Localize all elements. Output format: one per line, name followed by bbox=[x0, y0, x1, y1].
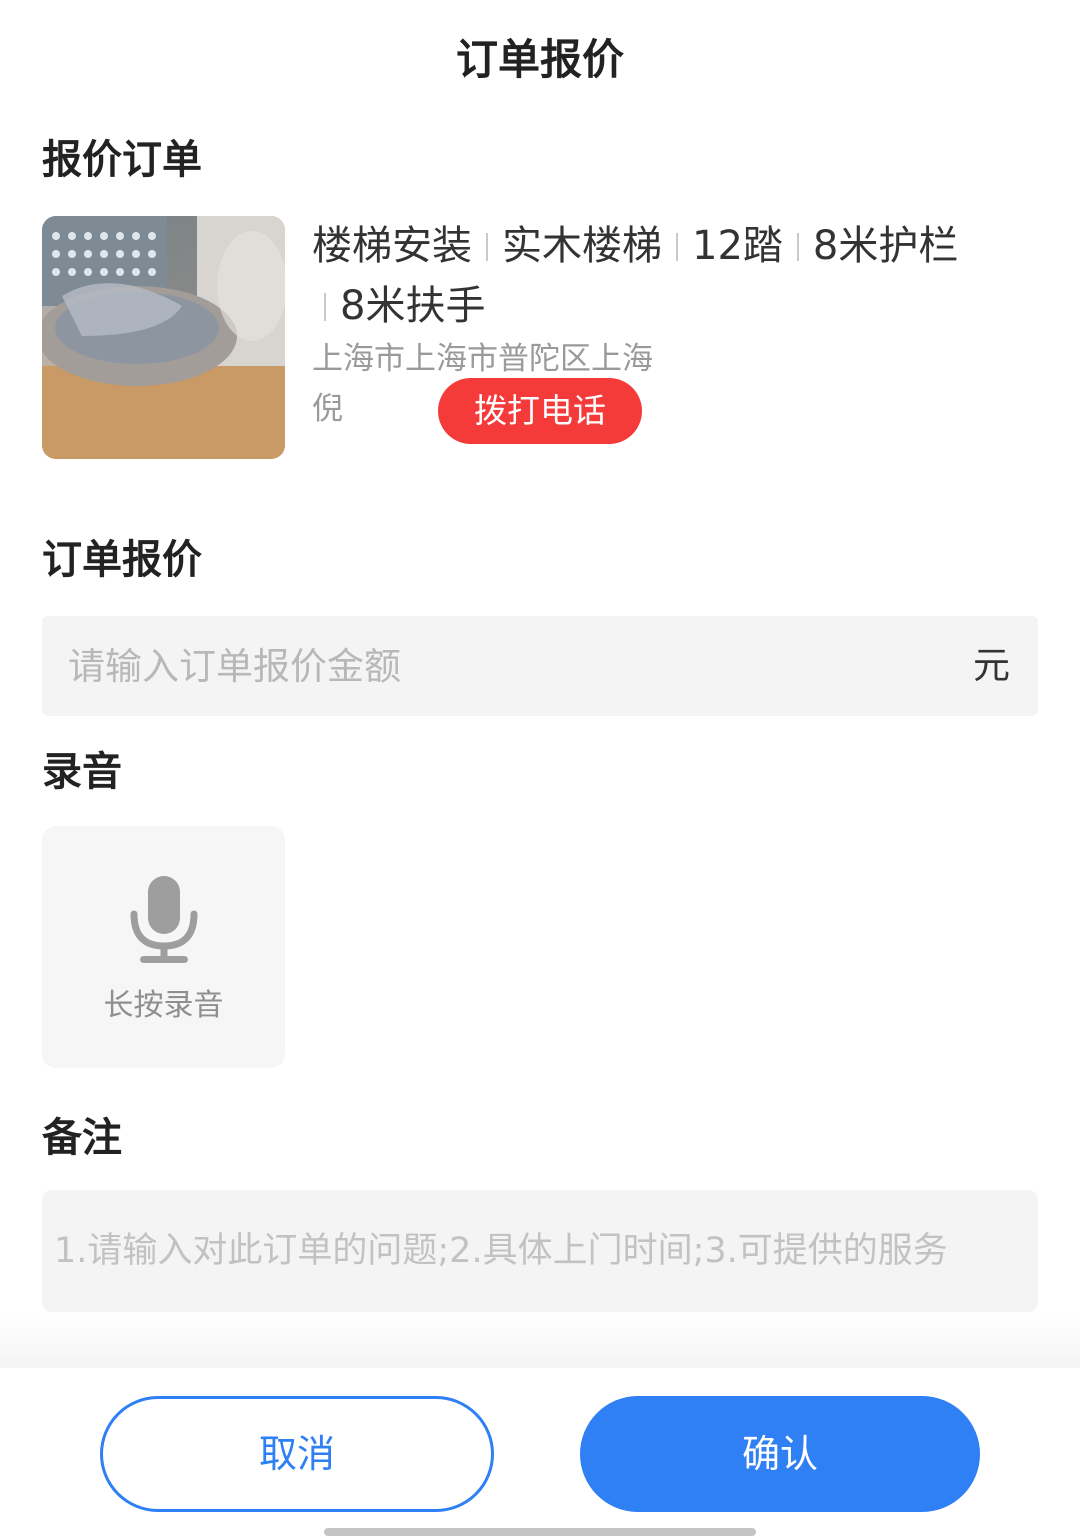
tag-separator bbox=[676, 233, 678, 261]
order-tag: 实木楼梯 bbox=[502, 223, 662, 269]
order-tags: 楼梯安装 实木楼梯 12踏 8米护栏 8米扶手 bbox=[312, 216, 1032, 336]
tag-separator bbox=[324, 293, 326, 321]
footer-bar: 取消 确认 bbox=[0, 1368, 1080, 1540]
stair-photo-icon bbox=[42, 216, 285, 459]
microphone-icon bbox=[130, 876, 198, 963]
quote-page: 订单报价 报价订单 楼梯安装 实木楼梯 12踏 8米护栏 8米扶手 上海市上海市普陀区上… bbox=[0, 0, 1080, 1540]
remark-field bbox=[42, 1190, 1038, 1312]
order-info: 楼梯安装 实木楼梯 12踏 8米护栏 8米扶手 上海市上海市普陀区上海 倪 拨打电话 bbox=[312, 216, 1032, 446]
order-section-title: 报价订单 bbox=[42, 137, 202, 183]
remark-input[interactable] bbox=[54, 1190, 1034, 1312]
record-button[interactable]: 长按录音 bbox=[42, 826, 285, 1068]
order-tag: 8米扶手 bbox=[340, 283, 486, 329]
order-thumbnail[interactable] bbox=[42, 216, 285, 459]
order-tag: 楼梯安装 bbox=[312, 223, 472, 269]
remark-section-title: 备注 bbox=[42, 1115, 122, 1161]
call-button[interactable]: 拨打电话 bbox=[438, 378, 642, 444]
price-input[interactable] bbox=[68, 616, 928, 716]
home-indicator[interactable] bbox=[324, 1528, 756, 1536]
order-tag: 12踏 bbox=[692, 223, 783, 269]
confirm-button[interactable]: 确认 bbox=[580, 1396, 980, 1512]
price-unit: 元 bbox=[973, 644, 1010, 687]
recording-section-title: 录音 bbox=[42, 749, 122, 795]
divider bbox=[0, 1312, 1080, 1368]
contact-row: 倪 拨打电话 bbox=[312, 374, 1032, 446]
price-section-title: 订单报价 bbox=[42, 537, 202, 583]
tag-separator bbox=[486, 233, 488, 261]
order-tag: 8米护栏 bbox=[812, 223, 959, 269]
contact-name: 倪 bbox=[312, 391, 343, 427]
tag-separator bbox=[796, 233, 799, 261]
price-field: 元 bbox=[42, 616, 1038, 716]
page-title: 订单报价 bbox=[455, 35, 624, 84]
cancel-button[interactable]: 取消 bbox=[100, 1396, 494, 1512]
record-hint: 长按录音 bbox=[103, 988, 224, 1023]
